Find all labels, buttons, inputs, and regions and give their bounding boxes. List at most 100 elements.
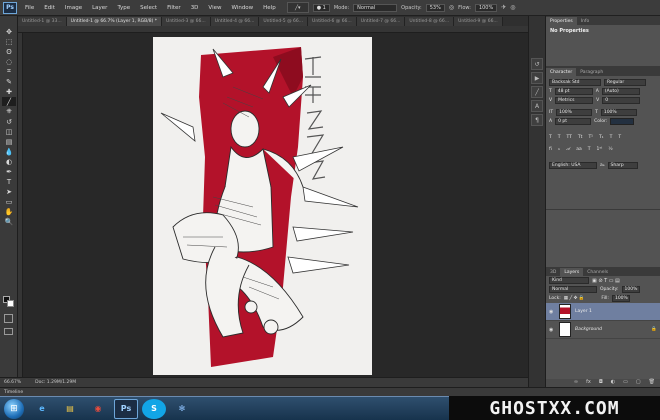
flow-input[interactable]: 100% xyxy=(474,3,498,12)
eraser-tool-icon[interactable]: ◫ xyxy=(2,127,16,136)
language-select[interactable]: English: USA xyxy=(549,162,597,169)
faux-bold-button[interactable]: T xyxy=(549,135,552,140)
history-brush-tool-icon[interactable]: ↺ xyxy=(2,117,16,126)
actions-icon[interactable]: ▶ xyxy=(531,72,543,84)
blend-mode-select[interactable]: Normal xyxy=(549,286,597,293)
subscript-button[interactable]: T₁ xyxy=(599,135,604,140)
doc-tab[interactable]: Untitled-1 @ 33... xyxy=(18,17,67,26)
tab-character[interactable]: Character xyxy=(546,68,577,76)
healing-tool-icon[interactable]: ✚ xyxy=(2,87,16,96)
doc-tab[interactable]: Untitled-9 @ 66... xyxy=(454,17,503,26)
skype-icon[interactable]: S xyxy=(142,398,166,419)
menu-view[interactable]: View xyxy=(203,5,226,11)
layer-row-layer-1[interactable]: ◉ Layer 1 xyxy=(546,303,660,321)
doc-tab[interactable]: Untitled-5 @ 66... xyxy=(259,17,309,26)
stamp-tool-icon[interactable]: ⎈ xyxy=(2,107,16,116)
menu-layer[interactable]: Layer xyxy=(87,5,112,11)
font-size-input[interactable]: 48 pt xyxy=(554,88,593,95)
gradient-tool-icon[interactable]: ▤ xyxy=(2,137,16,146)
lock-icons[interactable]: ▦ ╱ ✥ 🔒 xyxy=(564,296,585,301)
folder-icon[interactable]: ▤ xyxy=(58,399,82,419)
eyedropper-tool-icon[interactable]: ✎ xyxy=(2,77,16,86)
brush-preset-button[interactable]: ╱▾ xyxy=(286,2,309,13)
quick-select-tool-icon[interactable]: ◌ xyxy=(2,57,16,66)
menu-help[interactable]: Help xyxy=(258,5,281,11)
text-color-swatch[interactable] xyxy=(610,118,635,125)
font-family-select[interactable]: Backsak Std xyxy=(549,79,601,86)
new-layer-icon[interactable]: ▢ xyxy=(636,379,641,387)
layer-name[interactable]: Background xyxy=(575,327,602,332)
antialias-select[interactable]: Sharp xyxy=(607,162,638,169)
stylistic-icon[interactable]: aa xyxy=(576,147,582,152)
marquee-tool-icon[interactable]: ⬚ xyxy=(2,37,16,46)
swash-icon[interactable]: 𝒜 xyxy=(566,146,570,152)
brush-tool-icon[interactable]: ╱ xyxy=(2,97,16,106)
doc-tab[interactable]: Untitled-4 @ 66... xyxy=(210,17,260,26)
start-button[interactable]: ⊞ xyxy=(4,398,24,419)
crop-tool-icon[interactable]: ⌗ xyxy=(2,67,16,76)
filter-icons[interactable]: ▣ ⊘ T ▭ ▤ xyxy=(592,278,620,284)
faux-italic-button[interactable]: T xyxy=(558,135,561,140)
tab-channels[interactable]: Channels xyxy=(583,268,612,276)
pressure-opacity-icon[interactable]: ◎ xyxy=(449,4,454,11)
photoshop-icon[interactable]: Ps xyxy=(114,398,138,419)
menu-file[interactable]: File xyxy=(20,5,39,11)
menu-type[interactable]: Type xyxy=(112,5,135,11)
vertical-scale-input[interactable]: 100% xyxy=(556,109,593,116)
horizontal-scale-input[interactable]: 100% xyxy=(600,109,637,116)
paragraph-icon[interactable]: ¶ xyxy=(531,114,543,126)
network-icon[interactable]: ✻ xyxy=(170,399,194,419)
doc-tab[interactable]: Untitled-8 @ 66... xyxy=(405,17,455,26)
blur-tool-icon[interactable]: 💧 xyxy=(2,147,16,156)
chrome-icon[interactable]: ◉ xyxy=(86,399,110,419)
all-caps-button[interactable]: TT xyxy=(567,135,572,140)
menu-window[interactable]: Window xyxy=(226,5,258,11)
text-icon[interactable]: A xyxy=(531,100,543,112)
doc-tab[interactable]: Untitled-3 @ 66... xyxy=(162,17,211,26)
doc-tab-active[interactable]: Untitled-1 @ 66.7% (Layer 1, RGB/8) * xyxy=(66,17,163,26)
dodge-tool-icon[interactable]: ◐ xyxy=(2,157,16,166)
old-style-icon[interactable]: ℴ xyxy=(558,147,560,152)
type-tool-icon[interactable]: T xyxy=(2,177,16,186)
leading-input[interactable]: (Auto) xyxy=(601,88,640,95)
ie-icon[interactable]: e xyxy=(30,399,54,419)
visibility-eye-icon[interactable]: ◉ xyxy=(549,327,555,333)
menu-filter[interactable]: Filter xyxy=(162,5,186,11)
underline-button[interactable]: T xyxy=(610,135,613,140)
visibility-eye-icon[interactable]: ◉ xyxy=(549,309,555,315)
tab-properties[interactable]: Properties xyxy=(546,17,577,25)
baseline-input[interactable]: 0 pt xyxy=(555,118,592,125)
screen-mode-icon[interactable] xyxy=(4,328,13,335)
ordinal-icon[interactable]: 1ˢᵗ xyxy=(596,147,602,152)
quick-mask-icon[interactable] xyxy=(4,314,13,323)
airbrush-icon[interactable]: ✈ xyxy=(501,4,506,11)
path-select-tool-icon[interactable]: ➤ xyxy=(2,187,16,196)
doc-tab[interactable]: Untitled-6 @ 66... xyxy=(308,17,357,26)
layer-name[interactable]: Layer 1 xyxy=(575,309,592,314)
kerning-select[interactable]: Metrics xyxy=(555,97,594,104)
fx-icon[interactable]: fx xyxy=(586,379,591,387)
ligature-icon[interactable]: fi xyxy=(549,147,552,152)
mode-select[interactable]: Normal xyxy=(353,3,398,12)
tab-3d[interactable]: 3D xyxy=(546,268,560,276)
delete-layer-icon[interactable]: 🗑 xyxy=(649,379,655,387)
lasso-tool-icon[interactable]: ʘ xyxy=(2,47,16,56)
shape-tool-icon[interactable]: ▭ xyxy=(2,197,16,206)
document-canvas[interactable] xyxy=(153,37,372,375)
tab-layers[interactable]: Layers xyxy=(560,268,584,276)
zoom-tool-icon[interactable]: 🔍 xyxy=(2,217,16,226)
font-style-select[interactable]: Regular xyxy=(604,79,646,86)
history-icon[interactable]: ↺ xyxy=(531,58,543,70)
small-caps-button[interactable]: Tt xyxy=(578,135,583,140)
add-mask-icon[interactable]: ◘ xyxy=(599,379,603,387)
fraction-icon[interactable]: ½ xyxy=(608,147,612,152)
background-color-swatch[interactable] xyxy=(7,300,14,307)
layer-filter-select[interactable]: Kind xyxy=(549,277,589,284)
menu-edit[interactable]: Edit xyxy=(39,5,60,11)
doc-tab[interactable]: Untitled-7 @ 66... xyxy=(356,17,406,26)
brush-icon[interactable]: ╱ xyxy=(531,86,543,98)
move-tool-icon[interactable]: ✥ xyxy=(2,27,16,36)
brush-size-picker[interactable]: ● 1 xyxy=(312,3,330,12)
tracking-input[interactable]: 0 xyxy=(602,97,641,104)
new-group-icon[interactable]: ▭ xyxy=(623,379,628,387)
